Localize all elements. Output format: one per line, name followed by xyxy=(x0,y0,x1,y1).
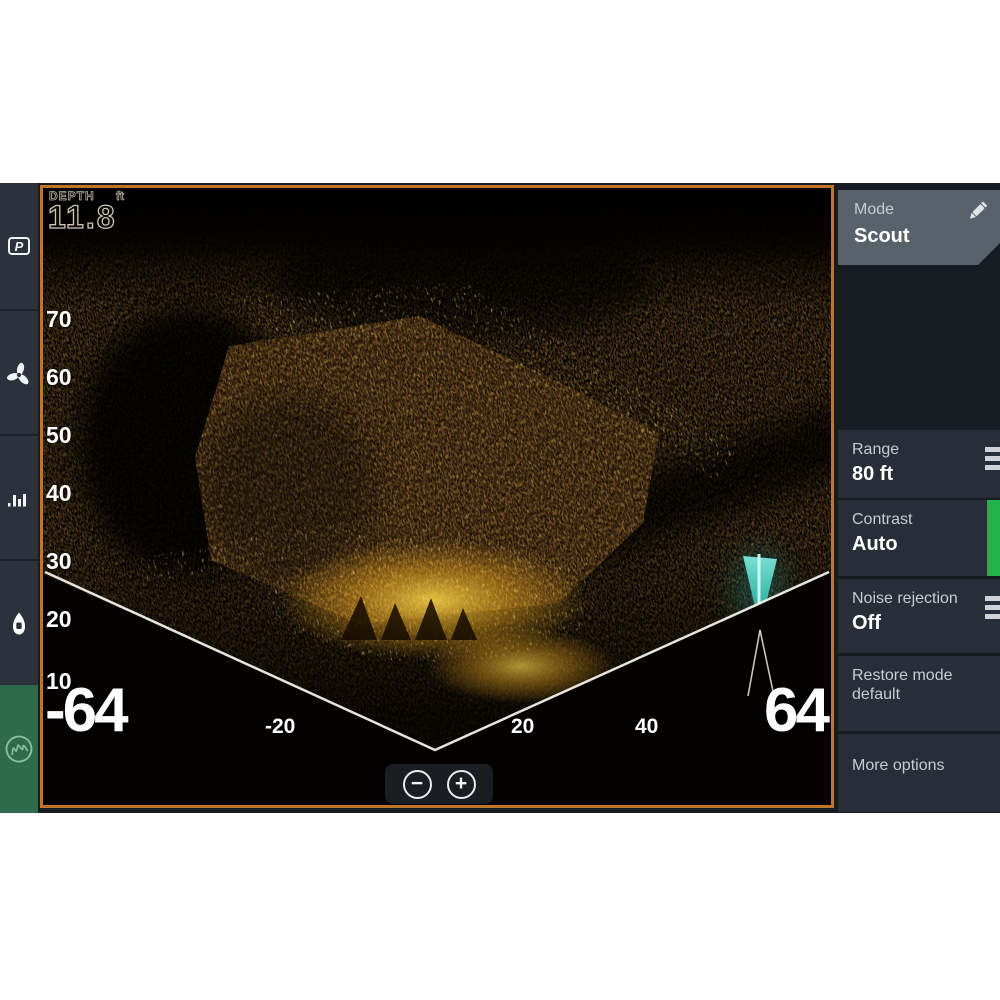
menu-item-label: Restore mode default xyxy=(852,666,974,704)
contrast-accent-bar xyxy=(987,500,1000,576)
sidebar-item-levels[interactable] xyxy=(0,436,38,561)
depth-tick: 50 xyxy=(46,424,72,447)
mercury-logo xyxy=(3,733,35,765)
sonar-unit-screen: P xyxy=(0,183,1000,813)
depth-unit: ft xyxy=(116,189,124,203)
depth-value: 11.8 xyxy=(48,199,117,236)
sonar-image xyxy=(43,188,831,805)
range-tick: -20 xyxy=(265,716,295,737)
sidebar-item-propulsion[interactable] xyxy=(0,311,38,436)
menu-item-label: Contrast xyxy=(852,510,1000,529)
pencil-icon[interactable] xyxy=(965,199,989,223)
menu-item-label: More options xyxy=(852,756,1000,775)
sonar-viewport[interactable]: DEPTH ft 11.8 70 60 50 40 30 20 10 -64 -… xyxy=(43,188,831,805)
menu-item-value: 80 ft xyxy=(852,463,1000,485)
zoom-out-button[interactable]: − xyxy=(403,770,432,799)
menu-item-value: Off xyxy=(852,612,1000,634)
range-right-max: 64 xyxy=(764,680,827,742)
boat-icon xyxy=(10,612,28,636)
menu-item-value: Auto xyxy=(852,533,1000,555)
sidebar-item-brand[interactable] xyxy=(0,685,38,813)
svg-text:P: P xyxy=(15,239,24,254)
menu-item-contrast[interactable]: Contrast Auto xyxy=(838,500,1000,576)
depth-tick: 60 xyxy=(46,366,72,389)
mode-panel[interactable]: Mode Scout xyxy=(838,190,1000,265)
range-tick: 20 xyxy=(511,716,534,737)
slider-icon xyxy=(985,447,1000,470)
menu-item-range[interactable]: Range 80 ft xyxy=(838,430,1000,498)
sidebar: P xyxy=(0,183,38,813)
zoom-in-button[interactable]: + xyxy=(447,770,476,799)
range-left-max: -64 xyxy=(45,680,126,742)
settings-menu: Mode Scout Range 80 ft Contrast Auto Noi… xyxy=(834,183,1000,813)
depth-tick: 30 xyxy=(46,550,72,573)
menu-item-label: Range xyxy=(852,440,1000,459)
propeller-icon xyxy=(6,361,32,387)
menu-item-noise-rejection[interactable]: Noise rejection Off xyxy=(838,579,1000,653)
depth-tick: 20 xyxy=(46,608,72,631)
sidebar-item-pilot[interactable]: P xyxy=(0,183,38,308)
menu-item-label: Noise rejection xyxy=(852,589,1000,608)
depth-tick: 70 xyxy=(46,308,72,331)
p-badge-icon: P xyxy=(7,236,31,256)
mode-label: Mode xyxy=(854,200,894,219)
range-tick: 40 xyxy=(635,716,658,737)
mode-value: Scout xyxy=(854,225,910,247)
depth-tick: 40 xyxy=(46,482,72,505)
menu-item-restore-defaults[interactable]: Restore mode default xyxy=(838,656,1000,731)
slider-icon xyxy=(985,596,1000,619)
sidebar-item-vessel[interactable] xyxy=(0,561,38,686)
zoom-controls: − + xyxy=(385,764,493,804)
menu-item-more-options[interactable]: More options xyxy=(838,734,1000,812)
bars-icon xyxy=(8,491,30,507)
